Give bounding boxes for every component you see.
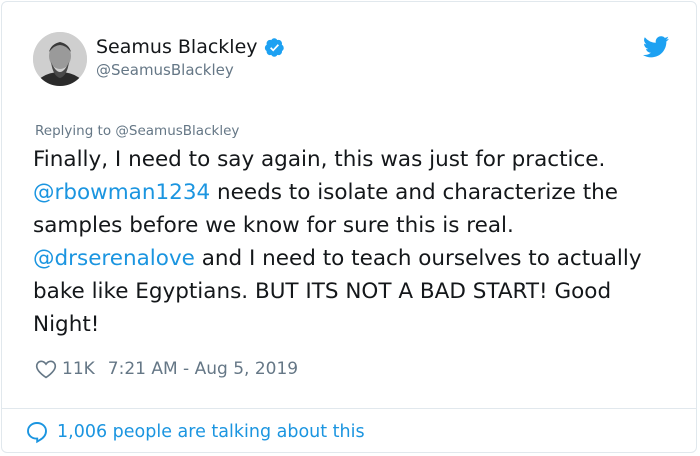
divider <box>2 408 696 409</box>
heart-outline-icon[interactable] <box>35 358 57 380</box>
tweet-card: Seamus Blackley @SeamusBlackley Replying… <box>1 1 697 453</box>
conversation-link[interactable]: 1,006 people are talking about this <box>25 420 365 444</box>
author-name[interactable]: Seamus Blackley <box>96 35 258 59</box>
tweet-meta: 11K 7:21 AM - Aug 5, 2019 <box>35 357 298 381</box>
tweet-text-part-1: Finally, I need to say again, this was j… <box>33 147 606 172</box>
like-count[interactable]: 11K <box>62 357 95 381</box>
verified-badge-icon <box>264 37 284 57</box>
speech-bubble-icon <box>27 422 47 444</box>
reply-context: Replying to @SeamusBlackley <box>35 122 239 140</box>
tweet-timestamp[interactable]: 7:21 AM - Aug 5, 2019 <box>108 357 298 381</box>
avatar[interactable] <box>33 32 87 86</box>
reply-mention-link[interactable]: @SeamusBlackley <box>115 123 239 139</box>
reply-prefix: Replying to <box>35 123 112 139</box>
tweet-text: Finally, I need to say again, this was j… <box>33 143 673 341</box>
author-handle[interactable]: @SeamusBlackley <box>96 60 234 80</box>
mention-link-drserenalove[interactable]: @drserenalove <box>33 246 195 271</box>
author-name-row[interactable]: Seamus Blackley <box>96 35 285 59</box>
conversation-text[interactable]: 1,006 people are talking about this <box>57 420 365 444</box>
mention-link-rbowman1234[interactable]: @rbowman1234 <box>33 180 210 205</box>
twitter-bird-icon[interactable] <box>643 36 669 58</box>
